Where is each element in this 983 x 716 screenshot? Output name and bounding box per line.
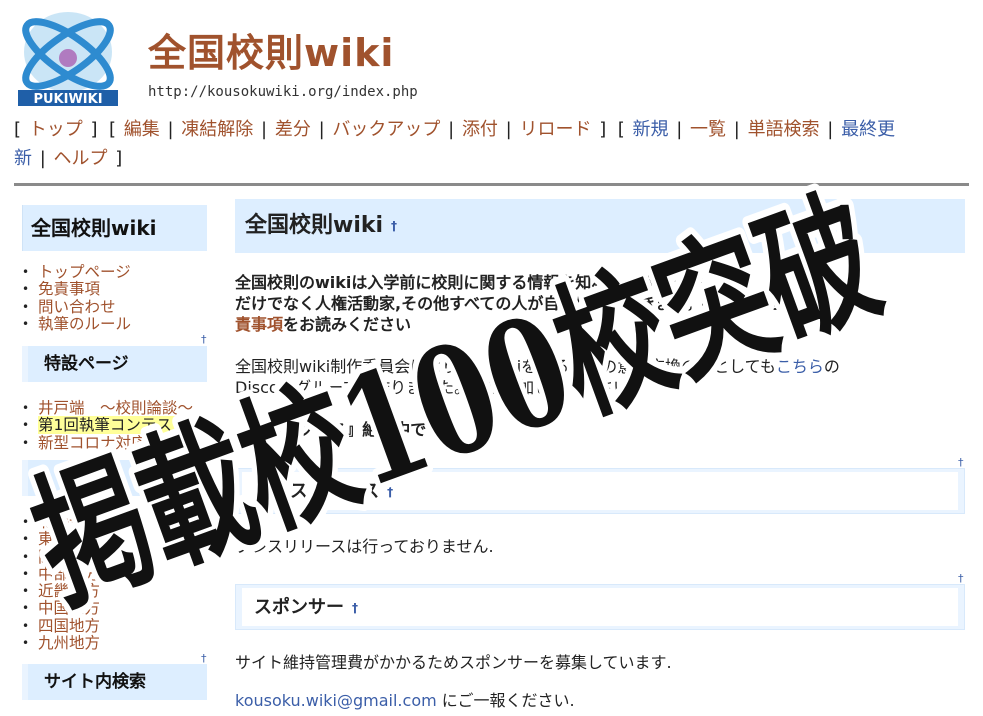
section-press-heading: プレスリリース † bbox=[235, 468, 965, 514]
discord-link[interactable]: こちら bbox=[776, 357, 824, 376]
nav-edit-link[interactable]: 編集 bbox=[124, 119, 160, 140]
list-item: 執筆のルール bbox=[22, 315, 131, 333]
section-sponsor-heading: スポンサー † bbox=[235, 584, 965, 630]
sidebar-menu: トップページ 免責事項 問い合わせ 執筆のルール bbox=[22, 263, 131, 333]
list-item: 関東地方 bbox=[22, 548, 100, 566]
list-item: 北海道 bbox=[22, 513, 100, 531]
list-item: 中国地方 bbox=[22, 599, 100, 618]
logo-text: PUKIWIKI bbox=[33, 92, 102, 106]
list-item: 四国地方 bbox=[22, 617, 100, 635]
sidebar-search-title: サイト内検索 bbox=[22, 664, 207, 700]
header-divider bbox=[14, 183, 969, 186]
list-item: トップページ bbox=[22, 263, 131, 281]
list-item: 東北地方 bbox=[22, 530, 100, 549]
nav-top-link[interactable]: トップ bbox=[29, 119, 83, 140]
list-item: 中部地方 bbox=[22, 565, 100, 583]
sidebar-item-region[interactable]: 中部地方 bbox=[38, 565, 100, 583]
nav-list-link[interactable]: 一覧 bbox=[690, 119, 726, 140]
intro-paragraph: 全国校則のwikiは入学前に校則に関する情報を知れるよう、学生 だけでなく人権活… bbox=[235, 273, 798, 334]
sidebar-item-top[interactable]: トップページ bbox=[38, 263, 131, 281]
sidebar-special-title: 特設ページ bbox=[22, 346, 207, 382]
list-item: 近畿地方 bbox=[22, 582, 100, 601]
access-note: 『定期アクセス』絶賛中です bbox=[235, 420, 443, 439]
sidebar-special-menu: 井戸端 ～校則論談～ 第1回執筆コンテスト 新型コロナ対応 bbox=[22, 399, 193, 452]
sidebar-region-title bbox=[22, 460, 207, 496]
nav-backup-link[interactable]: バックアップ bbox=[332, 119, 440, 140]
list-item: 問い合わせ bbox=[22, 298, 131, 316]
anchor-dagger[interactable]: † bbox=[201, 333, 207, 346]
sidebar-item-region[interactable]: 東北地方 bbox=[38, 530, 100, 548]
nav-diff-link[interactable]: 差分 bbox=[275, 119, 311, 140]
sidebar-region-menu: 北海道 東北地方 関東地方 中部地方 近畿地方 中国地方 四国地方 九州地方 bbox=[22, 513, 100, 652]
nav-search-link[interactable]: 単語検索 bbox=[748, 119, 820, 140]
sidebar-item-contact[interactable]: 問い合わせ bbox=[38, 298, 116, 316]
nav-unfreeze-link[interactable]: 凍結解除 bbox=[181, 119, 253, 140]
sidebar-item-contest[interactable]: 第1回執筆コンテスト bbox=[38, 416, 188, 435]
nav-help-link[interactable]: ヘルプ bbox=[54, 148, 108, 169]
page-title: 全国校則wiki † bbox=[235, 199, 965, 253]
nav-reload-link[interactable]: リロード bbox=[519, 119, 591, 140]
email-link[interactable]: kousoku.wiki@gmail.com bbox=[235, 691, 437, 710]
sidebar-item-disclaimer[interactable]: 免責事項 bbox=[38, 280, 100, 298]
sidebar-item-rules[interactable]: 執筆のルール bbox=[38, 315, 131, 333]
list-item: 第1回執筆コンテスト bbox=[22, 416, 193, 435]
anchor-dagger[interactable]: † bbox=[387, 485, 393, 499]
sidebar-item-region[interactable]: 近畿地方 bbox=[38, 582, 100, 600]
press-text: プレスリリースは行っておりません. bbox=[235, 537, 494, 556]
nav-new-link[interactable]: 新規 bbox=[632, 119, 668, 140]
disclaimer-link[interactable]: 免 bbox=[782, 294, 798, 313]
list-item: 井戸端 ～校則論談～ bbox=[22, 399, 193, 417]
pukiwiki-logo[interactable]: PUKIWIKI bbox=[14, 6, 122, 106]
site-url: http://kousokuwiki.org/index.php bbox=[148, 84, 418, 100]
anchor-dagger[interactable]: † bbox=[391, 219, 397, 233]
discord-paragraph: 全国校則wiki制作委員会はより良いwikiを作るための意見交換の場としてもこち… bbox=[235, 357, 840, 397]
sidebar-item-idobata[interactable]: 井戸端 ～校則論談～ bbox=[38, 399, 193, 417]
site-title: 全国校則wiki bbox=[148, 31, 395, 75]
sidebar-title: 全国校則wiki bbox=[22, 205, 207, 251]
anchor-dagger[interactable]: † bbox=[352, 601, 358, 615]
sidebar-item-region[interactable]: 関東地方 bbox=[38, 548, 100, 566]
sidebar-item-region[interactable]: 四国地方 bbox=[38, 617, 100, 635]
sponsor-text: サイト維持管理費がかかるためスポンサーを募集しています. bbox=[235, 653, 672, 672]
sidebar-item-region[interactable]: 中国地方 bbox=[38, 599, 100, 617]
contact-line: kousoku.wiki@gmail.com にご一報ください. bbox=[235, 691, 575, 710]
list-item: 九州地方 bbox=[22, 634, 100, 652]
sidebar-item-corona[interactable]: 新型コロナ対応 bbox=[38, 434, 147, 452]
disclaimer-link[interactable]: 責事項 bbox=[235, 315, 283, 334]
nav-attach-link[interactable]: 添付 bbox=[462, 119, 498, 140]
sidebar-item-region[interactable]: 北海道 bbox=[38, 513, 85, 531]
navbar: [ トップ ] [ 編集 | 凍結解除 | 差分 | バックアップ | 添付 |… bbox=[14, 119, 896, 169]
list-item: 免責事項 bbox=[22, 280, 131, 299]
sidebar-item-region[interactable]: 九州地方 bbox=[38, 634, 100, 652]
list-item: 新型コロナ対応 bbox=[22, 434, 193, 452]
